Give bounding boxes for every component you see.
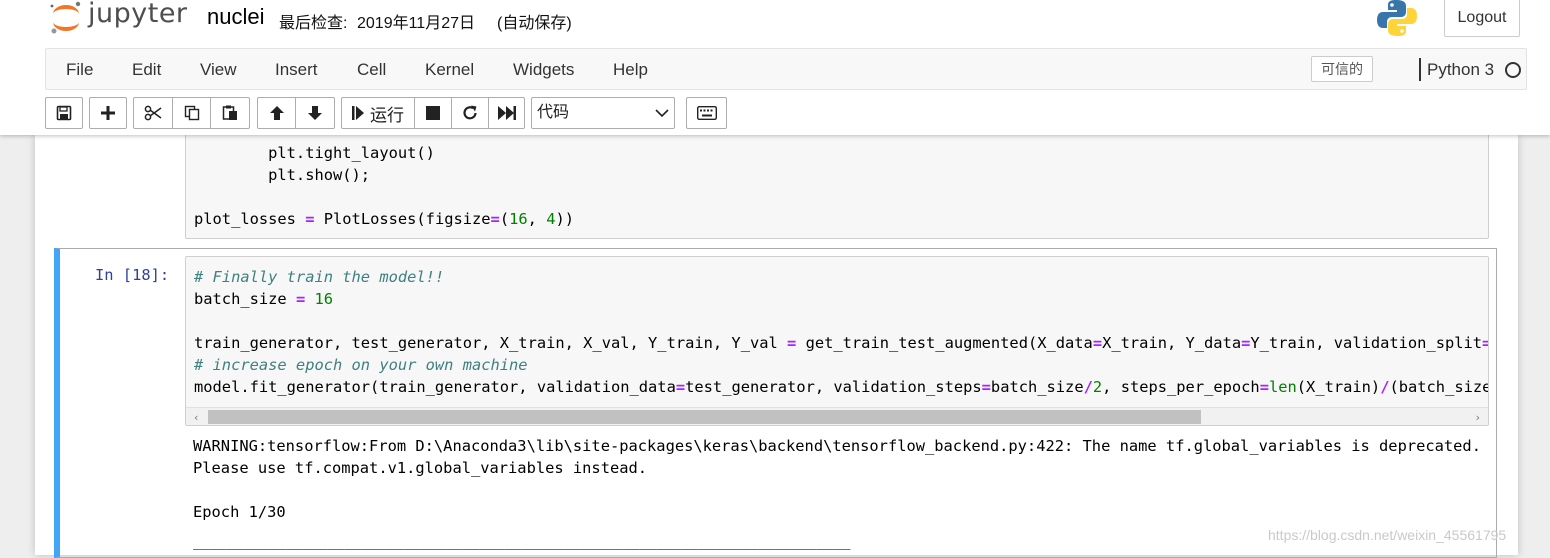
code-text: plt.tight_layout() — [194, 144, 435, 162]
fast-forward-icon — [497, 106, 516, 120]
code-line: # increase epoch on your own machine — [194, 354, 528, 376]
paste-icon — [222, 105, 237, 120]
header: jupyter nuclei 最后检查: 2019年11月27日 (自动保存) … — [0, 0, 1550, 135]
horizontal-scrollbar[interactable]: ‹ › — [186, 407, 1488, 425]
menu-cell[interactable]: Cell — [357, 60, 386, 80]
output-line: Please use tf.compat.v1.global_variables… — [193, 459, 648, 477]
code-comment: # Finally train the model!! — [194, 268, 445, 286]
cell-output: WARNING:tensorflow:From D:\Anaconda3\lib… — [193, 135, 1481, 550]
step-forward-icon — [352, 106, 364, 120]
plus-icon — [101, 106, 115, 120]
stop-icon — [426, 106, 440, 120]
save-button[interactable] — [45, 97, 83, 129]
interrupt-button[interactable] — [414, 97, 452, 129]
code-comment: # increase epoch on your own machine — [194, 356, 528, 374]
menu-edit[interactable]: Edit — [132, 60, 161, 80]
notebook-container: plt.tight_layout() plt.show(); plot_loss… — [35, 133, 1518, 558]
command-palette-button[interactable] — [686, 97, 727, 129]
menu-help[interactable]: Help — [613, 60, 648, 80]
cut-button[interactable] — [133, 97, 173, 129]
output-rule: ________________________________________… — [193, 534, 851, 550]
menu-file[interactable]: File — [66, 60, 93, 80]
autosave-status: (自动保存) — [497, 15, 572, 32]
restart-button[interactable] — [451, 97, 489, 129]
python-logo-icon — [1377, 0, 1417, 36]
scissors-icon — [144, 105, 162, 121]
kernel-idle-icon — [1505, 62, 1521, 78]
menu-kernel[interactable]: Kernel — [425, 60, 474, 80]
previous-cell-input[interactable]: plt.tight_layout() plt.show(); plot_loss… — [185, 133, 1489, 239]
copy-button[interactable] — [172, 97, 211, 129]
cell-type-select[interactable]: 代码 — [531, 97, 675, 129]
notebook-name[interactable]: nuclei — [207, 4, 264, 30]
cell-input-editor[interactable]: # Finally train the model!! batch_size =… — [185, 256, 1489, 426]
logout-button[interactable]: Logout — [1444, 0, 1520, 37]
run-label: 运行 — [370, 105, 404, 125]
jupyter-logo-icon — [50, 1, 81, 34]
arrow-up-icon — [269, 106, 284, 120]
code-text: model.fit_generator(train_generator, val… — [194, 378, 1489, 396]
menu-widgets[interactable]: Widgets — [513, 60, 574, 80]
floppy-disk-icon — [56, 105, 72, 121]
save-label: 最后检查: — [279, 15, 348, 32]
copy-icon — [184, 105, 199, 121]
jupyter-logo[interactable]: jupyter — [48, 0, 193, 38]
move-up-button[interactable] — [257, 97, 296, 129]
move-down-button[interactable] — [295, 97, 335, 129]
code-line: # Finally train the model!! — [194, 266, 444, 288]
keyboard-icon — [696, 106, 717, 120]
code-text: plot_losses = PlotLosses(figsize=(16, 4)… — [194, 210, 575, 228]
menubar: File Edit View Insert Cell Kernel Widget… — [45, 48, 1527, 90]
insert-cell-button[interactable] — [89, 97, 127, 129]
chevron-down-icon — [655, 109, 669, 118]
code-line: batch_size = 16 — [194, 288, 333, 310]
kernel-name[interactable]: Python 3 — [1427, 60, 1494, 80]
code-text: train_generator, test_generator, X_train… — [194, 334, 1488, 352]
watermark: https://blog.csdn.net/weixin_45561795 — [1268, 527, 1507, 543]
kernel-separator — [1419, 58, 1421, 81]
menu-view[interactable]: View — [200, 60, 237, 80]
logo-text: jupyter — [88, 0, 188, 29]
trusted-indicator[interactable]: 可信的 — [1311, 56, 1373, 82]
scrollbar-thumb[interactable] — [208, 410, 1201, 424]
scroll-right-arrow-icon[interactable]: › — [1474, 411, 1481, 424]
menu-insert[interactable]: Insert — [275, 60, 318, 80]
run-button[interactable]: 运行 — [341, 97, 415, 129]
arrow-down-icon — [308, 106, 322, 120]
save-date: 2019年11月27日 — [357, 15, 476, 32]
cell-type-value: 代码 — [537, 104, 570, 121]
code-line: model.fit_generator(train_generator, val… — [194, 376, 1489, 398]
output-line: WARNING:tensorflow:From D:\Anaconda3\lib… — [193, 437, 1481, 455]
code-text: batch_size = 16 — [194, 290, 334, 308]
restart-run-all-button[interactable] — [488, 97, 525, 129]
output-line: Epoch 1/30 — [193, 503, 286, 521]
paste-button[interactable] — [210, 97, 250, 129]
code-line: plot_losses = PlotLosses(figsize=(16, 4)… — [194, 208, 574, 230]
code-line: plt.tight_layout() — [194, 142, 435, 164]
input-prompt: In [18]: — [95, 266, 170, 284]
scroll-left-arrow-icon[interactable]: ‹ — [193, 411, 200, 424]
refresh-icon — [463, 105, 477, 120]
code-line: train_generator, test_generator, X_train… — [194, 332, 1488, 354]
